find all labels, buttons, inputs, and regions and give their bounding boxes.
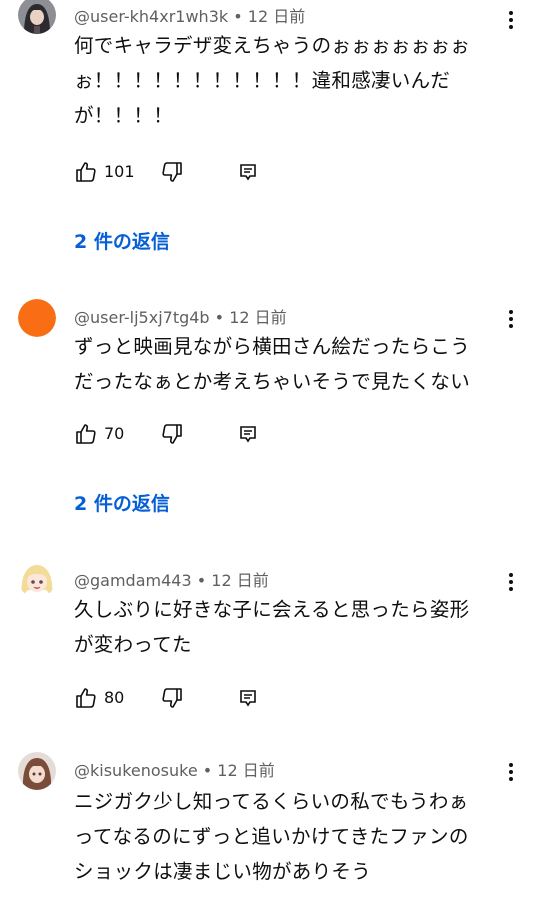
author-name[interactable]: @gamdam443 [74, 571, 192, 590]
view-replies-link[interactable]: 2 件の返信 [74, 227, 170, 254]
comment-line: ショックは凄まじい物がありそう [74, 860, 372, 883]
comment-line: 久しぶりに好きな子に会えると思ったら姿形 [74, 598, 470, 621]
comment-line: ぉ！！！！！！！！！！！違和感凄いんだ [74, 69, 451, 92]
thumbs-down-icon[interactable] [160, 422, 184, 446]
author-name[interactable]: @user-lj5xj7tg4b [74, 308, 210, 327]
comment-meta: @kisukenosuke • 12 日前 [74, 757, 275, 781]
author-name[interactable]: @kisukenosuke [74, 761, 198, 780]
timestamp: • 12 日前 [202, 761, 275, 780]
thumbs-up-icon[interactable] [74, 422, 98, 446]
avatar[interactable] [18, 299, 56, 337]
more-options-icon[interactable] [504, 307, 518, 331]
view-replies-link[interactable]: 2 件の返信 [74, 489, 170, 516]
timestamp: • 12 日前 [233, 7, 306, 26]
timestamp: • 12 日前 [196, 571, 269, 590]
comment-text: ずっと映画見ながら横田さん絵だったらこう だったなぁとか考えちゃいそうで見たくな… [74, 329, 514, 399]
thumbs-up-icon[interactable] [74, 160, 98, 184]
dark-character-avatar-icon [18, 0, 56, 34]
like-count: 80 [104, 688, 125, 707]
thumbs-down-icon[interactable] [160, 160, 184, 184]
thumbs-down-icon[interactable] [160, 686, 184, 710]
comment-meta: @gamdam443 • 12 日前 [74, 567, 269, 591]
comment-line: ニジガク少し知ってるくらいの私でもうわぁ [74, 790, 469, 813]
comment-actions: 80 [74, 686, 274, 712]
comment-meta: @user-lj5xj7tg4b • 12 日前 [74, 304, 287, 328]
avatar[interactable] [18, 560, 56, 598]
comment-actions: 101 [74, 160, 274, 186]
comment-text: ニジガク少し知ってるくらいの私でもうわぁ ってなるのにずっと追いかけてきたファン… [74, 784, 514, 889]
comment-line: が変わってた [74, 633, 192, 656]
more-options-icon[interactable] [504, 570, 518, 594]
avatar[interactable] [18, 752, 56, 790]
orange-circle-avatar-icon [18, 299, 56, 337]
comment-line: ずっと映画見ながら横田さん絵だったらこう [74, 335, 471, 358]
comment-actions: 70 [74, 422, 274, 448]
timestamp: • 12 日前 [214, 308, 287, 327]
comment-text: 何でキャラデザ変えちゃうのぉぉぉぉぉぉぉ ぉ！！！！！！！！！！！違和感凄いんだ… [74, 28, 514, 133]
more-options-icon[interactable] [504, 760, 518, 784]
comment-line: が！！！！ [74, 104, 174, 127]
blonde-character-avatar-icon [18, 560, 56, 598]
brown-hair-character-avatar-icon [18, 752, 56, 790]
avatar[interactable] [18, 0, 56, 34]
comment-line: 何でキャラデザ変えちゃうのぉぉぉぉぉぉぉ [74, 34, 471, 57]
reply-icon[interactable] [236, 160, 260, 184]
comment-line: ってなるのにずっと追いかけてきたファンの [74, 825, 469, 848]
reply-icon[interactable] [236, 686, 260, 710]
like-count: 101 [104, 162, 135, 181]
reply-icon[interactable] [236, 422, 260, 446]
comment-text: 久しぶりに好きな子に会えると思ったら姿形 が変わってた [74, 592, 514, 662]
like-count: 70 [104, 424, 125, 443]
comment-line: だったなぁとか考えちゃいそうで見たくない [74, 370, 471, 393]
thumbs-up-icon[interactable] [74, 686, 98, 710]
comment-meta: @user-kh4xr1wh3k • 12 日前 [74, 3, 305, 27]
author-name[interactable]: @user-kh4xr1wh3k [74, 7, 228, 26]
